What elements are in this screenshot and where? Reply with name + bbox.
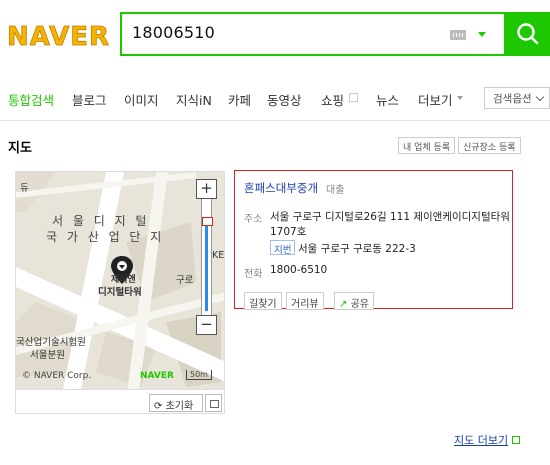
- map-scale: 50m: [186, 370, 212, 380]
- share-button[interactable]: ↗ 공유: [334, 292, 374, 310]
- register-business-button[interactable]: 내 업체 등록: [398, 137, 456, 154]
- search-input[interactable]: 18006510: [132, 23, 215, 42]
- phone-label: 전화: [244, 269, 263, 280]
- street-view-button[interactable]: 거리뷰: [286, 292, 324, 310]
- map-brand: NAVER: [140, 371, 174, 381]
- section-title: 지도: [8, 141, 32, 156]
- map-place-label: 구로: [176, 275, 194, 286]
- share-label: 공유: [350, 299, 369, 310]
- directions-button[interactable]: 길찾기: [244, 292, 282, 310]
- map-place-label: 서울분원: [30, 350, 65, 361]
- tab-video[interactable]: 동영상: [267, 90, 302, 109]
- phone-number: 1800-6510: [270, 264, 328, 276]
- map-district-label: 서 울 디 지 털: [52, 214, 150, 228]
- divider: [0, 120, 550, 121]
- tab-cafe[interactable]: 카페: [228, 90, 251, 109]
- map-place-label: 국산업기술시험원: [16, 337, 86, 348]
- search-options-label: 검색옵션: [493, 93, 532, 105]
- zoom-slider-track[interactable]: [201, 199, 213, 315]
- zoom-level-bar: [205, 225, 208, 311]
- zoom-control: + −: [196, 179, 217, 335]
- tab-images[interactable]: 이미지: [124, 90, 159, 109]
- address-line-2: 1707호: [270, 226, 307, 238]
- map-reset-label: 초기화: [165, 401, 194, 412]
- place-category: 대출: [326, 185, 345, 196]
- map-district-label: 국 가 산 업 단 지: [46, 230, 165, 244]
- shopping-box-icon: [349, 93, 358, 102]
- refresh-icon: ⟳: [154, 401, 163, 412]
- tab-shopping[interactable]: 쇼핑: [321, 90, 344, 109]
- tab-news[interactable]: 뉴스: [376, 90, 399, 109]
- search-options-button[interactable]: 검색옵션: [484, 87, 550, 109]
- zoom-slider-handle[interactable]: [202, 217, 213, 226]
- map-tower-label: 디지털타워: [98, 287, 142, 298]
- map-edge-label: 듀: [20, 183, 29, 194]
- map-reset-button[interactable]: ⟳ 초기화: [149, 394, 203, 412]
- map-copyright: © NAVER Corp.: [22, 371, 92, 381]
- register-new-place-button[interactable]: 신규장소 등록: [458, 137, 521, 154]
- search-tabs: 통합검색 블로그 이미지 지식iN 카페 동영상 쇼핑 뉴스 더보기 검색옵션: [0, 84, 550, 114]
- search-box[interactable]: 18006510: [120, 12, 506, 56]
- map-toolbar: ⟳ 초기화: [16, 389, 224, 413]
- search-button[interactable]: [506, 12, 550, 56]
- address-label: 주소: [244, 214, 263, 225]
- map-layer-button[interactable]: [205, 394, 222, 412]
- tab-integrated[interactable]: 통합검색: [8, 90, 54, 109]
- jibun-badge: 지번: [270, 240, 296, 256]
- zoom-in-button[interactable]: +: [196, 179, 217, 199]
- logo-text: NAVER: [7, 22, 110, 52]
- map-more-link[interactable]: 지도 더보기: [454, 432, 508, 448]
- external-link-icon[interactable]: [512, 436, 520, 444]
- map-view[interactable]: 듀 KE 서 울 디 지 털 국 가 산 업 단 지 제이앤 디지털타워 구로 …: [15, 171, 225, 414]
- place-card: 혼패스대부중개 대출 주소 서울 구로구 디지털로26길 111 제이앤케이디지…: [234, 170, 513, 310]
- address-line-1: 서울 구로구 디지털로26길 111 제이앤케이디지털타워: [270, 211, 510, 223]
- place-name-link[interactable]: 혼패스대부중개: [244, 180, 318, 196]
- chevron-down-icon: [457, 96, 463, 100]
- tab-more[interactable]: 더보기: [418, 90, 453, 109]
- tab-kin[interactable]: 지식iN: [176, 90, 212, 109]
- chevron-down-icon[interactable]: [478, 32, 486, 37]
- share-icon: ↗: [339, 299, 348, 310]
- zoom-out-button[interactable]: −: [196, 315, 217, 335]
- tab-blog[interactable]: 블로그: [72, 90, 107, 109]
- naver-logo[interactable]: NAVER: [7, 18, 119, 52]
- search-icon: [517, 23, 539, 45]
- keyboard-icon[interactable]: [450, 30, 466, 40]
- chevron-down-icon: [535, 92, 545, 102]
- jibun-address: 서울 구로구 구로동 222-3: [298, 243, 416, 255]
